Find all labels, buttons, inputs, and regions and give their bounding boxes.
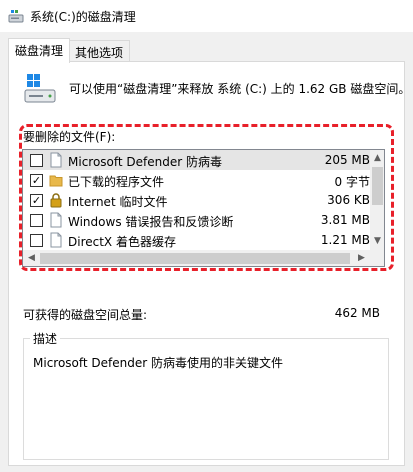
- list-item[interactable]: Windows 错误报告和反馈诊断 3.81 MB: [23, 210, 370, 230]
- checkbox[interactable]: [30, 234, 43, 247]
- tab-more-options[interactable]: 其他选项: [68, 40, 131, 62]
- files-to-delete-label: 要删除的文件(F):: [23, 130, 116, 144]
- tab-panel: 可以使用“磁盘清理”来释放 系统 (C:) 上的 1.62 GB 磁盘空间。 要…: [8, 61, 410, 466]
- vertical-scroll-thumb[interactable]: [372, 167, 383, 205]
- description-legend: 描述: [30, 330, 61, 347]
- checkbox[interactable]: ✓: [30, 194, 43, 207]
- tab-disk-cleanup[interactable]: 磁盘清理: [8, 38, 71, 63]
- lock-icon: [50, 193, 62, 208]
- file-icon: [50, 152, 62, 168]
- vertical-scrollbar[interactable]: ▲ ▼: [370, 150, 384, 250]
- scroll-up-icon[interactable]: ▲: [370, 150, 384, 167]
- folder-icon: [49, 175, 63, 187]
- window-title: 系统(C:)的磁盘清理: [30, 10, 136, 24]
- file-icon: [50, 212, 62, 228]
- item-name: Internet 临时文件: [68, 195, 168, 209]
- horizontal-scroll-thumb[interactable]: [40, 253, 350, 264]
- tab-label: 磁盘清理: [15, 44, 64, 58]
- scroll-left-icon[interactable]: ◀: [23, 250, 40, 266]
- description-group: 描述 Microsoft Defender 防病毒使用的非关键文件: [23, 330, 389, 460]
- files-list-rows: Microsoft Defender 防病毒 205 MB ✓ 已下载的程序文件…: [23, 150, 370, 250]
- item-size: 306 KB: [327, 193, 370, 207]
- list-item[interactable]: ✓ 已下载的程序文件 0 字节: [23, 170, 370, 190]
- item-name: Microsoft Defender 防病毒: [68, 155, 223, 169]
- checkbox[interactable]: [30, 154, 43, 167]
- drive-cleanup-icon: [24, 74, 56, 103]
- scrollbar-corner: [370, 250, 384, 266]
- item-name: Windows 错误报告和反馈诊断: [68, 215, 234, 229]
- item-name: DirectX 着色器缓存: [68, 235, 176, 249]
- item-name: 已下载的程序文件: [68, 175, 165, 189]
- item-size: 205 MB: [324, 153, 370, 167]
- space-total-label: 可获得的磁盘空间总量:: [23, 308, 148, 322]
- scroll-right-icon[interactable]: ▶: [353, 250, 370, 266]
- space-total-value: 462 MB: [334, 306, 380, 320]
- horizontal-scrollbar[interactable]: ◀ ▶: [23, 250, 370, 266]
- checkbox[interactable]: ✓: [30, 174, 43, 187]
- title-bar: 系统(C:)的磁盘清理: [0, 0, 413, 32]
- file-icon: [50, 232, 62, 248]
- list-item[interactable]: Microsoft Defender 防病毒 205 MB: [23, 150, 370, 170]
- checkbox[interactable]: [30, 214, 43, 227]
- scroll-down-icon[interactable]: ▼: [370, 233, 384, 250]
- tab-label: 其他选项: [75, 46, 124, 60]
- description-text: Microsoft Defender 防病毒使用的非关键文件: [33, 356, 284, 370]
- files-list[interactable]: Microsoft Defender 防病毒 205 MB ✓ 已下载的程序文件…: [22, 149, 385, 267]
- intro-text: 可以使用“磁盘清理”来释放 系统 (C:) 上的 1.62 GB 磁盘空间。: [69, 82, 411, 96]
- list-item[interactable]: DirectX 着色器缓存 1.21 MB: [23, 230, 370, 250]
- item-size: 3.81 MB: [320, 213, 370, 227]
- dialog-client: 磁盘清理 其他选项 可以使用“磁盘清理”来释放 系统 (C:) 上的 1.62 …: [0, 32, 413, 472]
- item-size: 0 字节: [334, 175, 370, 189]
- item-size: 1.21 MB: [320, 233, 370, 247]
- list-item[interactable]: ✓ Internet 临时文件 306 KB: [23, 190, 370, 210]
- disk-cleanup-app-icon: [8, 10, 24, 23]
